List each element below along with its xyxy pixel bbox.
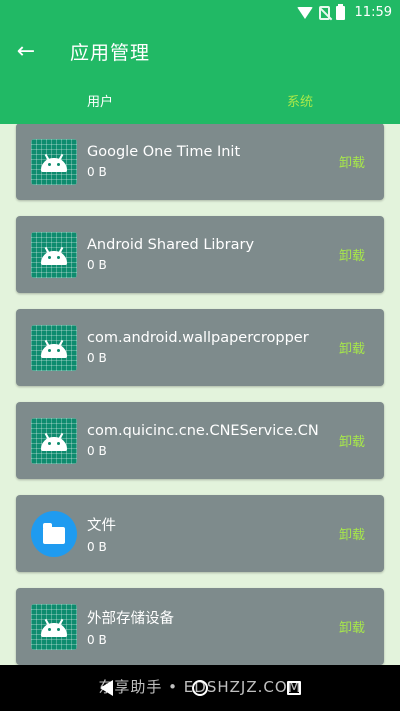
app-header: 11:59 ← 应用管理 用户 系统	[0, 0, 400, 124]
app-card[interactable]: 文件 0 B 卸载	[16, 495, 384, 572]
app-card[interactable]: Android Shared Library 0 B 卸载	[16, 216, 384, 293]
uninstall-button[interactable]: 卸载	[322, 245, 382, 264]
app-size: 0 B	[87, 258, 107, 272]
app-name: com.quicinc.cne.CNEService.CN..	[87, 423, 319, 439]
app-name: Android Shared Library	[87, 237, 255, 253]
app-card[interactable]: 外部存储设备 0 B 卸载	[16, 588, 384, 665]
wifi-icon	[296, 6, 313, 19]
tab-system[interactable]: 系统	[200, 77, 400, 124]
app-name: 文件	[87, 517, 116, 534]
tab-bar: 用户 系统	[0, 77, 400, 124]
uninstall-button[interactable]: 卸载	[322, 338, 382, 357]
android-icon	[31, 603, 77, 650]
toolbar: ← 应用管理	[0, 25, 400, 77]
app-name: Google One Time Init	[87, 144, 241, 160]
android-icon	[31, 324, 77, 371]
uninstall-button[interactable]: 卸载	[322, 431, 382, 450]
app-name: 外部存储设备	[87, 610, 174, 627]
app-size: 0 B	[87, 539, 107, 554]
app-card[interactable]: Google One Time Init 0 B 卸载	[16, 124, 384, 200]
folder-icon	[31, 510, 77, 557]
app-size: 0 B	[87, 351, 107, 365]
android-icon	[31, 417, 77, 464]
battery-icon	[335, 3, 345, 20]
page-title: 应用管理	[70, 41, 151, 64]
back-button[interactable]: ←	[0, 25, 52, 77]
watermark: 东享助手 • EDSHZJZ.COM	[98, 678, 302, 696]
app-name: com.android.wallpapercropper	[87, 330, 309, 346]
tab-user[interactable]: 用户	[0, 77, 200, 124]
app-list[interactable]: Google One Time Init 0 B 卸载 Android Shar…	[0, 124, 400, 665]
app-size: 0 B	[87, 632, 107, 647]
app-card[interactable]: com.android.wallpapercropper 0 B 卸载	[16, 309, 384, 386]
uninstall-button[interactable]: 卸载	[322, 152, 382, 171]
android-icon	[31, 138, 77, 185]
uninstall-button[interactable]: 卸载	[322, 524, 382, 543]
status-bar: 11:59	[0, 0, 400, 25]
app-size: 0 B	[87, 444, 107, 458]
app-size: 0 B	[87, 165, 107, 179]
app-card[interactable]: com.quicinc.cne.CNEService.CN.. 0 B 卸载	[16, 402, 384, 479]
android-icon	[31, 231, 77, 278]
status-time: 11:59	[354, 5, 392, 20]
arrow-back-icon: ←	[16, 38, 36, 64]
no-sim-icon	[318, 5, 330, 20]
uninstall-button[interactable]: 卸载	[322, 617, 382, 636]
